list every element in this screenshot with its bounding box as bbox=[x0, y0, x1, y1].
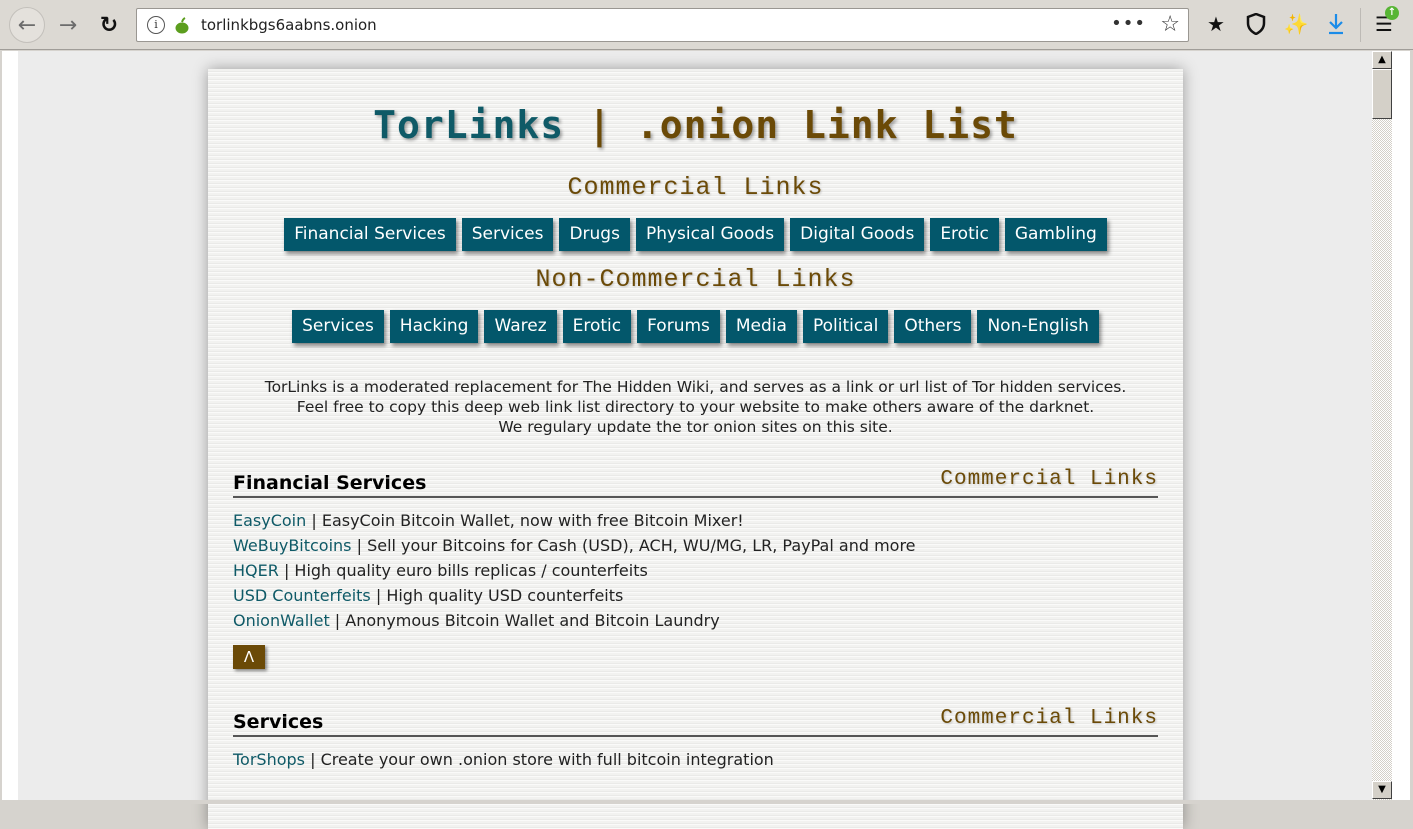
section-category-link[interactable]: Commercial Links bbox=[940, 468, 1158, 491]
tor-onion-icon bbox=[175, 17, 189, 34]
update-arrow-icon: ↑ bbox=[1385, 6, 1399, 20]
section-title: Financial Services bbox=[233, 472, 427, 494]
category-button-gambling[interactable]: Gambling bbox=[1004, 218, 1107, 251]
list-item: TorShops | Create your own .onion store … bbox=[233, 747, 1158, 772]
site-description: EasyCoin Bitcoin Wallet, now with free B… bbox=[321, 511, 744, 530]
intro-line: We regulary update the tor onion sites o… bbox=[498, 418, 893, 436]
category-button-digital-goods[interactable]: Digital Goods bbox=[790, 218, 925, 251]
section-services: Services Commercial Links TorShops | Cre… bbox=[233, 707, 1158, 772]
window-right-edge bbox=[1392, 51, 1413, 804]
bookmarks-tray-icon[interactable]: ★ bbox=[1202, 10, 1230, 38]
site-link[interactable]: WeBuyBitcoins bbox=[233, 536, 352, 555]
site-title: TorLinks | .onion Link List bbox=[208, 103, 1183, 147]
site-description: Anonymous Bitcoin Wallet and Bitcoin Lau… bbox=[345, 611, 720, 630]
nc-category-button-hacking[interactable]: Hacking bbox=[389, 310, 479, 343]
nc-category-button-erotic[interactable]: Erotic bbox=[562, 310, 632, 343]
category-button-services[interactable]: Services bbox=[461, 218, 554, 251]
more-dots-icon[interactable]: ••• bbox=[1111, 13, 1146, 34]
left-gutter bbox=[0, 51, 18, 804]
forward-button[interactable]: → bbox=[50, 7, 86, 43]
site-link[interactable]: USD Counterfeits bbox=[233, 586, 371, 605]
star-icon[interactable]: ☆ bbox=[1160, 12, 1180, 37]
forward-arrow-icon: → bbox=[58, 12, 78, 38]
non-commercial-category-buttons: Services Hacking Warez Erotic Forums Med… bbox=[208, 310, 1183, 343]
commercial-links-heading: Commercial Links bbox=[567, 173, 824, 202]
list-item: USD Counterfeits | High quality USD coun… bbox=[233, 583, 1158, 608]
separator: | bbox=[351, 536, 368, 555]
page-viewport: TorLinks | .onion Link List Commercial L… bbox=[0, 51, 1413, 829]
category-button-financial-services[interactable]: Financial Services bbox=[284, 218, 456, 251]
separator: | bbox=[329, 611, 346, 630]
scroll-down-button[interactable]: ▼ bbox=[1372, 781, 1392, 799]
new-identity-icon[interactable]: ✨ bbox=[1282, 10, 1310, 38]
section-title: Services bbox=[233, 711, 324, 733]
category-button-physical-goods[interactable]: Physical Goods bbox=[635, 218, 785, 251]
address-bar[interactable]: i torlinkbgs6aabns.onion ••• ☆ bbox=[136, 8, 1189, 42]
window-bottom-edge bbox=[0, 800, 1413, 804]
site-description: Create your own .onion store with full b… bbox=[320, 750, 774, 769]
site-title-subtitle: .onion Link List bbox=[635, 103, 1018, 147]
site-title-separator: | bbox=[564, 103, 636, 147]
section-header: Services Commercial Links bbox=[233, 707, 1158, 737]
commercial-category-buttons: Financial Services Services Drugs Physic… bbox=[208, 218, 1183, 251]
list-item: HQER | High quality euro bills replicas … bbox=[233, 558, 1158, 583]
browser-toolbar: ← → ↻ i torlinkbgs6aabns.onion ••• ☆ ★ ✨… bbox=[0, 0, 1413, 50]
list-item: EasyCoin | EasyCoin Bitcoin Wallet, now … bbox=[233, 508, 1158, 533]
non-commercial-links-heading: Non-Commercial Links bbox=[535, 265, 856, 294]
reload-icon: ↻ bbox=[99, 12, 119, 38]
section-header: Financial Services Commercial Links bbox=[233, 468, 1158, 498]
info-icon[interactable]: i bbox=[147, 16, 165, 34]
url-text[interactable]: torlinkbgs6aabns.onion bbox=[201, 16, 377, 34]
section-category-link[interactable]: Commercial Links bbox=[940, 707, 1158, 730]
site-link[interactable]: EasyCoin bbox=[233, 511, 306, 530]
nc-category-button-media[interactable]: Media bbox=[725, 310, 797, 343]
site-title-brand: TorLinks bbox=[373, 103, 565, 147]
site-link[interactable]: OnionWallet bbox=[233, 611, 330, 630]
site-link[interactable]: TorShops bbox=[233, 750, 305, 769]
category-button-erotic[interactable]: Erotic bbox=[930, 218, 999, 251]
scroll-up-button[interactable]: ▲ bbox=[1372, 51, 1392, 69]
reload-button[interactable]: ↻ bbox=[91, 7, 127, 43]
site-description: Sell your Bitcoins for Cash (USD), ACH, … bbox=[367, 536, 916, 555]
back-to-top-button[interactable]: Λ bbox=[233, 645, 265, 669]
separator: | bbox=[305, 750, 321, 769]
back-arrow-icon: ← bbox=[17, 12, 37, 38]
list-item: OnionWallet | Anonymous Bitcoin Wallet a… bbox=[233, 608, 1158, 633]
download-icon[interactable] bbox=[1322, 10, 1350, 38]
category-button-drugs[interactable]: Drugs bbox=[559, 218, 630, 251]
content-card: TorLinks | .onion Link List Commercial L… bbox=[208, 69, 1183, 829]
separator: | bbox=[306, 511, 322, 530]
list-item: WeBuyBitcoins | Sell your Bitcoins for C… bbox=[233, 533, 1158, 558]
intro-text: TorLinks is a moderated replacement for … bbox=[208, 377, 1183, 437]
vertical-scrollbar[interactable]: ▲ ▼ bbox=[1372, 51, 1392, 801]
link-list: TorShops | Create your own .onion store … bbox=[233, 747, 1158, 772]
link-list: EasyCoin | EasyCoin Bitcoin Wallet, now … bbox=[233, 508, 1158, 633]
shield-icon[interactable] bbox=[1242, 10, 1270, 38]
intro-line: TorLinks is a moderated replacement for … bbox=[264, 378, 1127, 396]
nc-category-button-services[interactable]: Services bbox=[292, 310, 384, 343]
toolbar-separator bbox=[1360, 8, 1361, 42]
scrollbar-thumb[interactable] bbox=[1372, 69, 1392, 119]
nc-category-button-political[interactable]: Political bbox=[802, 310, 889, 343]
back-button[interactable]: ← bbox=[9, 7, 45, 43]
site-description: High quality USD counterfeits bbox=[386, 586, 624, 605]
separator: | bbox=[370, 586, 387, 605]
site-link[interactable]: HQER bbox=[233, 561, 279, 580]
nc-category-button-warez[interactable]: Warez bbox=[484, 310, 557, 343]
separator: | bbox=[278, 561, 295, 580]
section-financial-services: Financial Services Commercial Links Easy… bbox=[233, 468, 1158, 669]
nc-category-button-forums[interactable]: Forums bbox=[637, 310, 720, 343]
nc-category-button-non-english[interactable]: Non-English bbox=[977, 310, 1099, 343]
intro-line: Feel free to copy this deep web link lis… bbox=[296, 398, 1095, 416]
nc-category-button-others[interactable]: Others bbox=[894, 310, 972, 343]
site-description: High quality euro bills replicas / count… bbox=[294, 561, 648, 580]
